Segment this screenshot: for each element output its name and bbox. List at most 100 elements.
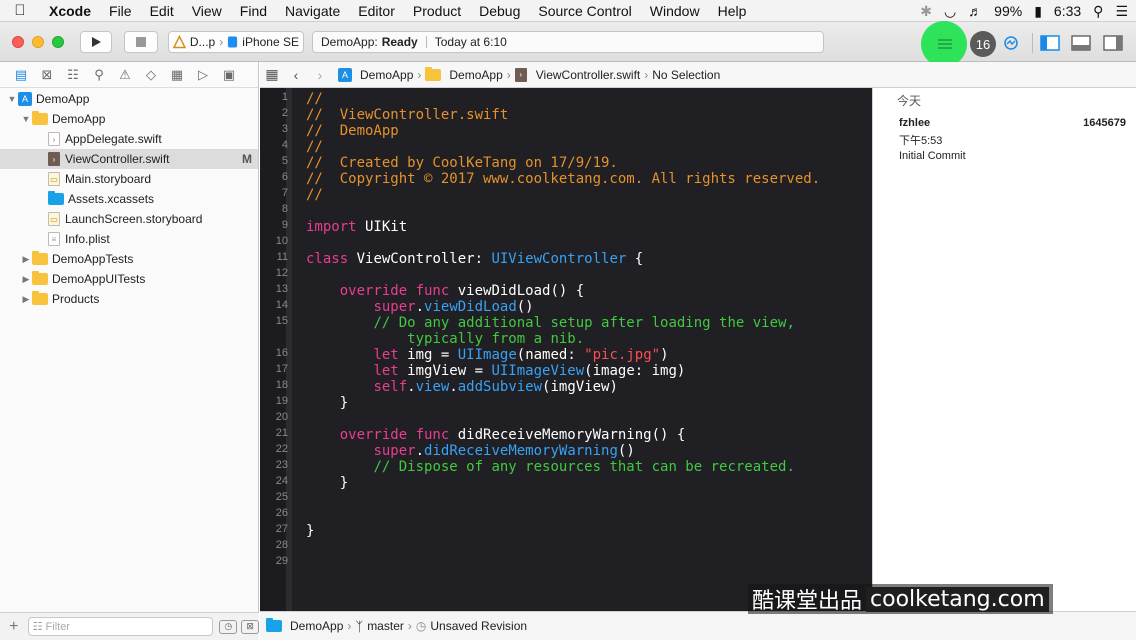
code-line[interactable]: super.didReceiveMemoryWarning(): [306, 443, 634, 459]
code-line[interactable]: super.viewDidLoad(): [306, 299, 533, 315]
filter-input[interactable]: ☷ Filter: [27, 617, 214, 636]
menu-view[interactable]: View: [183, 3, 231, 19]
jump-bar-file[interactable]: › ViewController.swift: [514, 67, 640, 82]
source-control-icon[interactable]: ⊠: [34, 62, 60, 88]
menu-edit[interactable]: Edit: [141, 3, 183, 19]
run-button[interactable]: [80, 31, 112, 53]
apple-icon[interactable]: : [0, 2, 40, 19]
navigator-row[interactable]: ▼ DemoApp: [0, 109, 258, 129]
code-line[interactable]: // DemoApp: [306, 123, 399, 139]
report-icon[interactable]: ▣: [216, 62, 242, 88]
code-line[interactable]: override func didReceiveMemoryWarning() …: [306, 427, 686, 443]
issue-count-badge[interactable]: 16: [970, 31, 996, 57]
bottom-branch[interactable]: master: [367, 619, 404, 633]
menu-navigate[interactable]: Navigate: [276, 3, 349, 19]
breakpoint-icon[interactable]: ▷: [190, 62, 216, 88]
code-line[interactable]: //: [306, 139, 323, 155]
standard-editor-icon[interactable]: [935, 36, 955, 52]
jump-bar-selection[interactable]: No Selection: [652, 68, 720, 82]
disclosure-open-icon[interactable]: ▼: [20, 114, 32, 124]
zoom-window-button[interactable]: [52, 36, 64, 48]
navigator-row[interactable]: ▶ Products: [0, 289, 258, 309]
minimize-window-button[interactable]: [32, 36, 44, 48]
code-line[interactable]: // Dispose of any resources that can be …: [306, 459, 794, 475]
version-editor-icon[interactable]: [1002, 35, 1020, 51]
add-icon[interactable]: +: [0, 618, 28, 636]
code-line[interactable]: import UIKit: [306, 219, 407, 235]
symbol-icon[interactable]: ☷: [60, 62, 86, 88]
menu-find[interactable]: Find: [231, 3, 276, 19]
code-line[interactable]: self.view.addSubview(imgView): [306, 379, 617, 395]
code-line[interactable]: }: [306, 395, 348, 411]
test-icon[interactable]: ◇: [138, 62, 164, 88]
debug-icon[interactable]: ▦: [164, 62, 190, 88]
code-line[interactable]: override func viewDidLoad() {: [306, 283, 584, 299]
code-line[interactable]: }: [306, 475, 348, 491]
navigator-toggle-icon[interactable]: [1040, 35, 1060, 51]
menu-editor[interactable]: Editor: [349, 3, 404, 19]
search-icon[interactable]: ⚲: [86, 62, 112, 88]
commit-author[interactable]: fzhlee: [899, 117, 930, 129]
code-token: viewDidLoad: [424, 299, 517, 315]
code-line[interactable]: //: [306, 187, 323, 203]
navigator-row[interactable]: › ViewController.swift M: [0, 149, 258, 169]
menu-xcode[interactable]: Xcode: [40, 3, 100, 19]
jump-bar-project[interactable]: A DemoApp: [338, 67, 413, 82]
wifi-icon[interactable]: ◡: [944, 3, 956, 20]
close-window-button[interactable]: [12, 36, 24, 48]
code-line[interactable]: }: [306, 523, 314, 539]
disclosure-closed-icon[interactable]: ▶: [20, 254, 32, 265]
navigator-row[interactable]: ▼ A DemoApp: [0, 89, 258, 109]
menu-window[interactable]: Window: [641, 3, 709, 19]
navigator-row[interactable]: ≡ Info.plist: [0, 229, 258, 249]
spotlight-icon[interactable]: ⚲: [1093, 3, 1103, 20]
forward-icon[interactable]: ›: [308, 67, 332, 83]
navigator-row[interactable]: › AppDelegate.swift: [0, 129, 258, 149]
related-items-icon[interactable]: ▦: [260, 66, 284, 83]
battery-percent[interactable]: 99%: [994, 3, 1022, 19]
disclosure-open-icon[interactable]: ▼: [6, 94, 18, 104]
navigator-row[interactable]: ▶ DemoAppUITests: [0, 269, 258, 289]
debug-area-toggle-icon[interactable]: [1071, 35, 1091, 51]
notification-center-icon[interactable]: ☰: [1115, 3, 1128, 20]
code-line[interactable]: // ViewController.swift: [306, 107, 508, 123]
code-line[interactable]: let imgView = UIImageView(image: img): [306, 363, 685, 379]
menu-product[interactable]: Product: [404, 3, 470, 19]
volume-icon[interactable]: ♬: [968, 3, 982, 19]
source-editor[interactable]: 1 2 3 4 5 6 7 8 9 10 11 12 13 14 15 16 17 18 19 20 21 22 23 24 2…: [260, 88, 872, 611]
clock[interactable]: 6:33: [1054, 3, 1081, 19]
disclosure-closed-icon[interactable]: ▶: [20, 274, 32, 285]
jump-bar-group[interactable]: DemoApp: [425, 66, 503, 82]
code-token: UIViewController: [491, 251, 627, 267]
folder-icon[interactable]: ▤: [8, 62, 34, 88]
disclosure-closed-icon[interactable]: ▶: [20, 294, 32, 305]
commit-message[interactable]: Initial Commit: [899, 150, 966, 162]
navigator-row[interactable]: ▭ Main.storyboard: [0, 169, 258, 189]
code-line[interactable]: // Created by CoolKeTang on 17/9/19.: [306, 155, 618, 171]
menu-debug[interactable]: Debug: [470, 3, 529, 19]
navigator-row[interactable]: ▶ DemoAppTests: [0, 249, 258, 269]
code-line[interactable]: //: [306, 91, 323, 107]
code-line[interactable]: // Do any additional setup after loading…: [306, 315, 794, 331]
recent-files-icon[interactable]: ◷: [219, 619, 238, 634]
battery-icon[interactable]: ▮: [1034, 3, 1042, 20]
commit-hash[interactable]: 1645679: [1083, 117, 1126, 129]
navigator-row[interactable]: Assets.xcassets: [0, 189, 258, 209]
warning-icon[interactable]: ⚠: [112, 62, 138, 88]
bottom-project[interactable]: DemoApp: [290, 619, 343, 633]
utilities-toggle-icon[interactable]: [1103, 35, 1123, 51]
code-line[interactable]: let img = UIImage(named: "pic.jpg"): [306, 347, 668, 363]
navigator-row[interactable]: ▭ LaunchScreen.storyboard: [0, 209, 258, 229]
bottom-revision[interactable]: Unsaved Revision: [430, 619, 527, 633]
code-line[interactable]: class ViewController: UIViewController {: [306, 251, 643, 267]
code-line[interactable]: typically from a nib.: [306, 331, 584, 347]
scheme-selector[interactable]: D...p › iPhone SE: [168, 31, 304, 53]
menu-file[interactable]: File: [100, 3, 141, 19]
bluetooth-icon[interactable]: ✱: [920, 3, 932, 20]
stop-button[interactable]: [124, 31, 158, 53]
menu-help[interactable]: Help: [709, 3, 756, 19]
menu-source-control[interactable]: Source Control: [529, 3, 640, 19]
modified-files-icon[interactable]: ⊠: [241, 619, 259, 634]
code-line[interactable]: // Copyright © 2017 www.coolketang.com. …: [306, 171, 820, 187]
back-icon[interactable]: ‹: [284, 67, 308, 83]
